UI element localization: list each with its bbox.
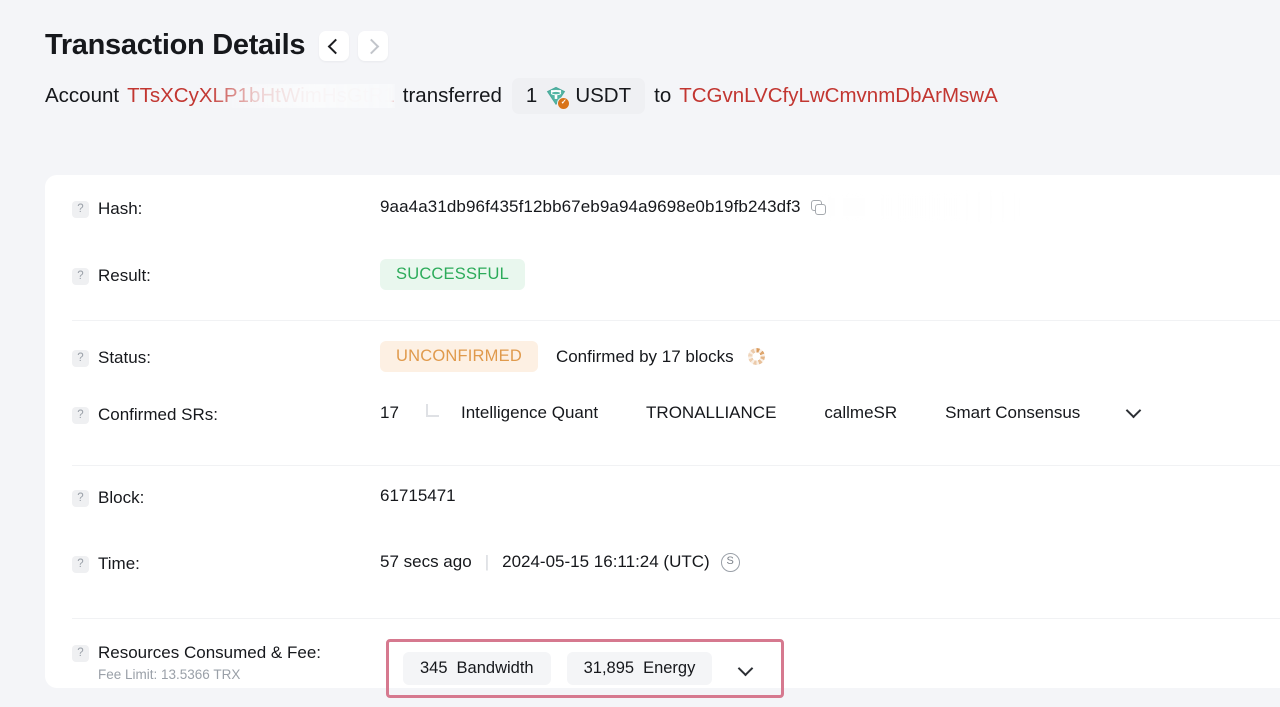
from-address-link[interactable]: TTsXCyXLP1bHtWimHsGtR1 (127, 84, 395, 108)
row-status: ? Status: UNCONFIRMED Confirmed by 17 bl… (45, 321, 1280, 387)
result-value-group: SUCCESSFUL (380, 259, 1280, 290)
time-separator: | (484, 552, 490, 571)
next-transaction-button[interactable] (358, 31, 389, 61)
pagination-nav (319, 31, 389, 61)
confirmed-srs-label: Confirmed SRs: (98, 405, 218, 424)
sr-name[interactable]: TRONALLIANCE (646, 403, 776, 423)
time-label-group: ? Time: (72, 552, 380, 574)
bandwidth-pill[interactable]: 345 Bandwidth (403, 652, 551, 685)
block-number[interactable]: 61715471 (380, 486, 456, 506)
bandwidth-value: 345 (420, 659, 448, 677)
status-label: Status: (98, 348, 151, 367)
resources-value-group: 345 Bandwidth 31,895 Energy (380, 639, 1280, 698)
hash-value[interactable]: 9aa4a31db96f435f12bb67eb9a94a9698e0b19fb… (380, 197, 801, 217)
status-label-group: ? Status: (72, 341, 380, 368)
confirmed-srs-count: 17 (380, 403, 399, 422)
token-verified-sub-badge: ✓ (557, 97, 571, 110)
account-label: Account (45, 84, 120, 107)
help-icon[interactable]: ? (72, 489, 89, 507)
row-time: ? Time: 57 secs ago | 2024-05-15 16:11:2… (45, 530, 1280, 596)
time-absolute: 2024-05-15 16:11:24 (UTC) (502, 552, 710, 571)
time-label: Time: (98, 554, 140, 573)
result-label: Result: (98, 266, 151, 285)
hash-label: Hash: (98, 199, 143, 218)
row-hash: ? Hash: 9aa4a31db96f435f12bb67eb9a94a969… (45, 175, 1280, 241)
result-status-badge: SUCCESSFUL (380, 259, 525, 290)
chevron-down-icon[interactable] (1126, 402, 1142, 419)
time-value-group: 57 secs ago | 2024-05-15 16:11:24 (UTC) … (380, 552, 1280, 572)
transaction-summary: Account TTsXCyXLP1bHtWimHsGtR1 transferr… (0, 74, 1280, 118)
resources-label-group: ? Resources Consumed & Fee: Fee Limit: 1… (72, 641, 380, 682)
hash-redaction-overlay (820, 193, 1020, 221)
time-format-toggle-icon[interactable]: S (720, 552, 740, 572)
sr-name[interactable]: callmeSR (824, 403, 897, 423)
result-label-group: ? Result: (72, 259, 380, 286)
usdt-tether-icon: ✓ (545, 85, 571, 110)
bandwidth-label: Bandwidth (456, 659, 534, 677)
block-label-group: ? Block: (72, 486, 380, 508)
help-icon[interactable]: ? (72, 267, 89, 285)
energy-label: Energy (643, 659, 696, 677)
row-result: ? Result: SUCCESSFUL (45, 241, 1280, 305)
help-icon[interactable]: ? (72, 644, 89, 662)
page-title: Transaction Details (45, 28, 306, 61)
loading-spinner-icon (747, 348, 765, 365)
tree-corner-icon (426, 403, 439, 417)
transfer-amount: 1 (525, 84, 538, 107)
energy-value: 31,895 (583, 659, 635, 677)
status-value-group: UNCONFIRMED Confirmed by 17 blocks (380, 341, 1280, 372)
confirmed-srs-label-group: ? Confirmed SRs: (72, 403, 380, 425)
confirmed-srs-value-group: 17 Intelligence Quant TRONALLIANCE callm… (380, 402, 1280, 423)
block-value-group: 61715471 (380, 486, 1280, 506)
page-header: Transaction Details (0, 0, 1280, 61)
help-icon[interactable]: ? (72, 200, 89, 218)
previous-transaction-button[interactable] (319, 31, 350, 61)
help-icon[interactable]: ? (72, 406, 89, 424)
copy-icon[interactable] (810, 199, 826, 215)
sr-name[interactable]: Smart Consensus (945, 403, 1080, 423)
sr-name[interactable]: Intelligence Quant (461, 403, 598, 423)
confirmation-count-text: Confirmed by 17 blocks (555, 346, 734, 366)
fee-limit-text: Fee Limit: 13.5366 TRX (98, 667, 241, 682)
hash-label-group: ? Hash: (72, 197, 380, 219)
help-icon[interactable]: ? (72, 555, 89, 573)
to-label: to (654, 84, 672, 107)
transferred-label: transferred (402, 84, 502, 107)
transaction-details-card: ? Hash: 9aa4a31db96f435f12bb67eb9a94a969… (45, 175, 1280, 698)
hash-value-group: 9aa4a31db96f435f12bb67eb9a94a9698e0b19fb… (380, 193, 1280, 221)
resources-highlight-box: 345 Bandwidth 31,895 Energy (386, 639, 785, 698)
time-relative: 57 secs ago (380, 552, 472, 571)
status-badge: UNCONFIRMED (380, 341, 538, 372)
block-label: Block: (98, 488, 145, 507)
help-icon[interactable]: ? (72, 349, 89, 367)
row-resources: ? Resources Consumed & Fee: Fee Limit: 1… (45, 619, 1280, 701)
token-symbol: USDT (575, 84, 632, 107)
token-amount-chip[interactable]: 1 ✓ USDT (511, 78, 646, 114)
chevron-left-icon (327, 38, 344, 54)
row-confirmed-srs: ? Confirmed SRs: 17 Intelligence Quant T… (45, 387, 1280, 447)
energy-pill[interactable]: 31,895 Energy (566, 652, 713, 685)
chevron-right-icon (363, 38, 380, 54)
resources-label: Resources Consumed & Fee: (98, 643, 321, 662)
to-address-link[interactable]: TCGvnLVCfyLwCmvnmDbArMswA (679, 84, 998, 108)
row-block: ? Block: 61715471 (45, 466, 1280, 530)
chevron-down-icon[interactable] (738, 660, 754, 677)
